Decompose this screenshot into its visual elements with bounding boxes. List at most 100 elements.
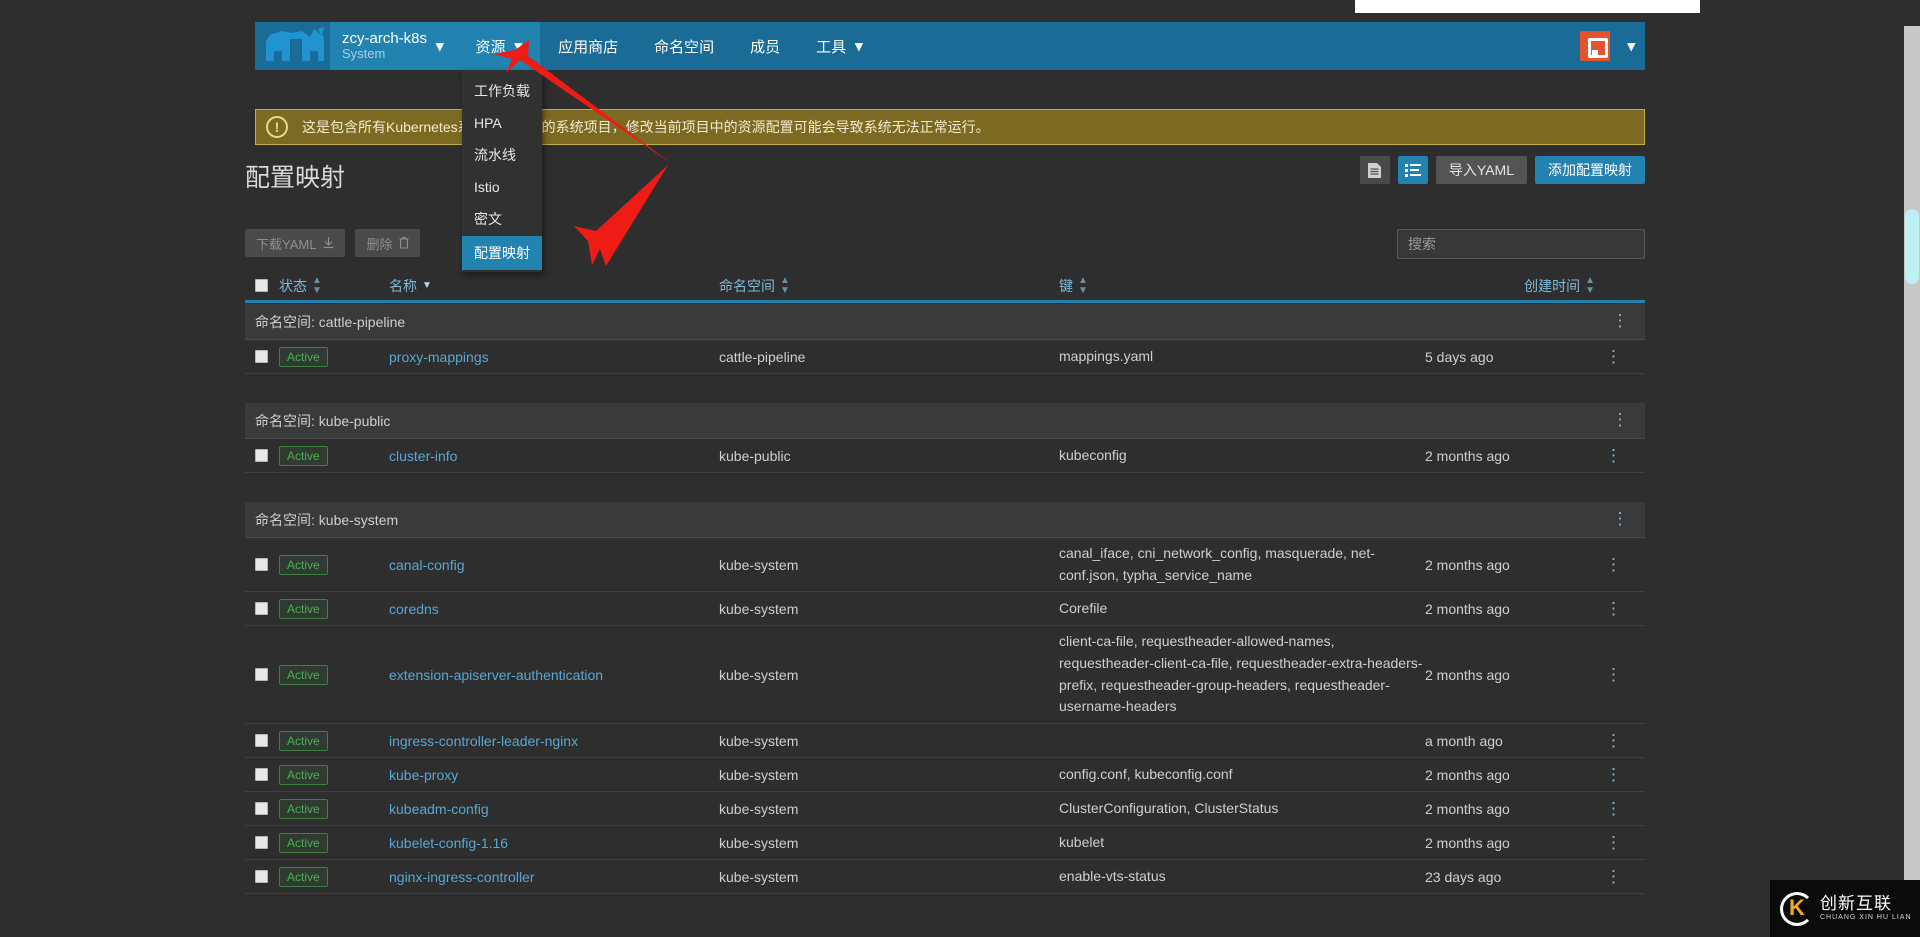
configmap-link[interactable]: kube-proxy [389,767,458,783]
kebab-menu-icon[interactable]: ⋮ [1605,312,1635,329]
download-icon [324,237,334,249]
table-row[interactable]: Active proxy-mappings cattle-pipeline mappi… [245,340,1645,374]
resources-dropdown-menu[interactable]: 工作负载 HPA 流水线 Istio 密文 配置映射 [462,70,542,272]
row-checkbox[interactable] [255,602,268,616]
row-checkbox[interactable] [255,870,268,884]
namespace-group-header: 命名空间: cattle-pipeline ⋮ [245,304,1645,340]
row-created-cell: 2 months ago [1425,800,1510,817]
row-checkbox[interactable] [255,734,268,748]
search-input[interactable] [1398,230,1644,258]
select-all-checkbox[interactable] [255,279,268,292]
download-yaml-button[interactable]: 下载YAML [245,229,346,257]
sort-icon: ▲ ▼ [780,274,790,296]
nav-item-3[interactable]: 成员 [732,22,798,70]
namespace-group-header: 命名空间: kube-system ⋮ [245,502,1645,538]
row-menu-cell: ⋮ [1605,347,1635,366]
row-name-cell: canal-config [389,557,719,573]
column-header-created[interactable]: 创建时间 ▲ ▼ [1425,274,1605,296]
configmap-link[interactable]: nginx-ingress-controller [389,869,535,885]
page-scrollbar[interactable] [1904,26,1920,937]
configmap-link[interactable]: ingress-controller-leader-nginx [389,733,578,749]
row-checkbox[interactable] [255,768,268,782]
row-checkbox[interactable] [255,449,268,462]
row-keys-cell: canal_iface, cni_network_config, masquer… [1059,545,1375,583]
nav-item-2[interactable]: 命名空间 [636,22,732,70]
browser-top-strip [1355,0,1700,13]
column-header-keys[interactable]: 键 ▲ ▼ [1059,275,1425,296]
list-view-icon[interactable] [1397,156,1428,184]
sort-icon: ▲ ▼ [1585,274,1595,296]
kebab-menu-icon[interactable]: ⋮ [1605,833,1622,852]
column-header-name[interactable]: 名称 ▼ [389,276,719,296]
nav-item-1[interactable]: 应用商店 [540,22,636,70]
import-yaml-button[interactable]: 导入YAML [1435,156,1527,184]
kebab-menu-icon[interactable]: ⋮ [1605,510,1635,527]
row-keys-cell: config.conf, kubeconfig.conf [1059,765,1233,782]
row-name-cell: proxy-mappings [389,349,719,365]
kebab-menu-icon[interactable]: ⋮ [1605,411,1635,428]
trash-icon [399,237,409,249]
row-keys-cell: Corefile [1059,600,1108,617]
table-row[interactable]: Active kube-proxy kube-system config.conf, … [245,758,1645,793]
nav-item-label: 成员 [750,38,781,56]
row-checkbox[interactable] [255,836,268,850]
scrollbar-thumb[interactable] [1905,209,1919,284]
document-view-icon[interactable] [1359,156,1390,184]
kebab-menu-icon[interactable]: ⋮ [1605,599,1622,618]
table-row[interactable]: Active canal-config kube-system canal_iface… [245,538,1645,593]
table-row[interactable]: Active coredns kube-system Corefile 2 months… [245,592,1645,627]
add-configmap-button[interactable]: 添加配置映射 [1535,156,1645,184]
kebab-menu-icon[interactable]: ⋮ [1605,731,1622,750]
dropdown-item-3[interactable]: Istio [462,172,542,202]
kebab-menu-icon[interactable]: ⋮ [1605,867,1622,886]
delete-button[interactable]: 删除 [355,229,421,257]
status-badge: Active [279,764,328,785]
row-keys-cell: kubelet [1059,833,1105,850]
dropdown-item-5[interactable]: 配置映射 [462,236,542,270]
delete-label: 删除 [366,236,393,252]
row-checkbox[interactable] [255,558,268,572]
configmap-link[interactable]: kubelet-config-1.16 [389,835,508,851]
configmap-link[interactable]: extension-apiserver-authentication [389,667,603,683]
dropdown-item-2[interactable]: 流水线 [462,138,542,172]
row-created-cell: 2 months ago [1425,447,1510,464]
kebab-menu-icon[interactable]: ⋮ [1605,765,1622,784]
watermark-cn: 创新互联 [1820,894,1892,914]
table-row[interactable]: Active nginx-ingress-controller kube-syste… [245,860,1645,895]
row-checkbox[interactable] [255,668,268,682]
configmap-link[interactable]: cluster-info [389,448,457,464]
column-label-state: 状态 [279,277,307,294]
column-header-namespace[interactable]: 命名空间 ▲ ▼ [719,274,1059,296]
table-row[interactable]: Active kubeadm-config kube-system ClusterCo… [245,792,1645,827]
row-menu-cell: ⋮ [1605,867,1635,886]
dropdown-item-1[interactable]: HPA [462,108,542,138]
nav-item-4[interactable]: 工具 ▾ [798,22,881,70]
table-row[interactable]: Active cluster-info kube-public kubeconfig 2… [245,439,1645,473]
kebab-menu-icon[interactable]: ⋮ [1605,555,1622,574]
configmap-link[interactable]: canal-config [389,557,465,573]
row-namespace-cell: kube-system [719,766,799,783]
nav-item-0[interactable]: 资源 ▾ [457,22,541,70]
row-checkbox[interactable] [255,350,268,363]
user-menu[interactable]: ▾ [1580,31,1635,61]
row-select-cell [255,734,279,748]
table-row[interactable]: Active ingress-controller-leader-nginx kub… [245,724,1645,759]
row-state-cell: Active [279,598,389,619]
configmap-link[interactable]: proxy-mappings [389,349,489,365]
cluster-selector[interactable]: zcy-arch-k8s System ▾ [330,22,458,70]
dropdown-item-4[interactable]: 密文 [462,202,542,236]
row-checkbox[interactable] [255,802,268,816]
kebab-menu-icon[interactable]: ⋮ [1605,446,1622,465]
column-header-state[interactable]: 状态 ▲ ▼ [279,275,389,296]
row-menu-cell: ⋮ [1605,446,1635,465]
dropdown-item-0[interactable]: 工作负载 [462,74,542,108]
kebab-menu-icon[interactable]: ⋮ [1605,347,1622,366]
status-badge: Active [279,445,328,466]
search-input-wrapper[interactable] [1397,229,1645,259]
configmap-link[interactable]: kubeadm-config [389,801,489,817]
configmap-link[interactable]: coredns [389,601,439,617]
table-row[interactable]: Active extension-apiserver-authentication… [245,626,1645,725]
kebab-menu-icon[interactable]: ⋮ [1605,665,1622,684]
kebab-menu-icon[interactable]: ⋮ [1605,799,1622,818]
table-row[interactable]: Active kubelet-config-1.16 kube-system kube… [245,826,1645,861]
